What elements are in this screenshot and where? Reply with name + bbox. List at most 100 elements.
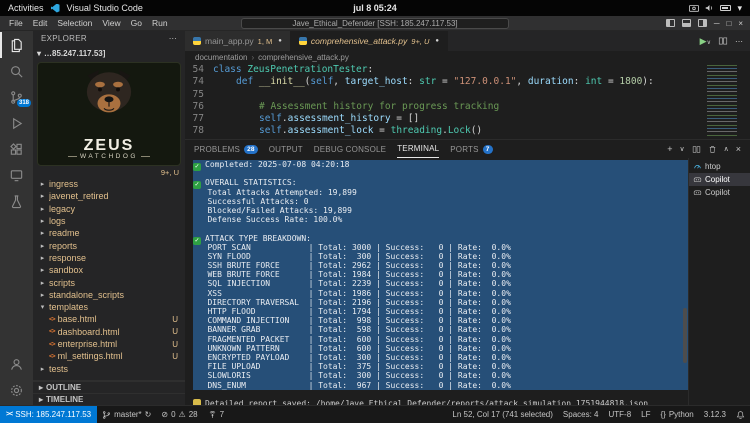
tree-folder-sandbox[interactable]: ▸sandbox [33, 264, 185, 276]
terminal-line[interactable]: XSS | Total: 1986 | Success: 0 | Rate: 0… [193, 289, 688, 298]
menu-edit[interactable]: Edit [28, 18, 53, 28]
remote-explorer-icon[interactable] [0, 162, 33, 188]
tree-folder-logs[interactable]: ▸logs [33, 215, 185, 227]
terminal-line[interactable]: Total Attacks Attempted: 19,899 [193, 188, 688, 197]
terminal-line[interactable] [193, 224, 688, 233]
panel-tab-problems[interactable]: PROBLEMS28 [194, 140, 258, 158]
command-center[interactable]: Jave_Ethical_Defender [SSH: 185.247.117.… [241, 18, 509, 29]
explorer-icon[interactable] [0, 32, 33, 58]
testing-icon[interactable] [0, 188, 33, 214]
tree-folder-ingress[interactable]: ▸ingress [33, 178, 185, 190]
panel-tab-output[interactable]: OUTPUT [269, 140, 303, 158]
minimap[interactable] [704, 63, 750, 139]
terminal-line[interactable]: Blocked/Failed Attacks: 19,899 [193, 206, 688, 215]
tree-file-dashboard.html[interactable]: <>dashboard.htmlU [33, 326, 185, 338]
os-system-tray[interactable]: ▾ [689, 3, 742, 14]
minimize-button[interactable]: ─ [714, 19, 720, 28]
terminal-line[interactable] [193, 169, 688, 178]
toggle-sidebar-icon[interactable] [666, 19, 675, 27]
settings-icon[interactable] [0, 377, 33, 403]
terminal-scrollbar[interactable] [683, 308, 687, 363]
dirty-dot-icon[interactable]: ● [278, 38, 282, 44]
kill-terminal-icon[interactable] [708, 145, 717, 154]
terminal-line[interactable]: ✓Completed: 2025-07-08 04:20:18 [193, 160, 688, 169]
panel-tab-ports[interactable]: PORTS7 [450, 140, 492, 158]
tab-main_app.py[interactable]: main_app.py1, M● [185, 31, 291, 51]
terminal-line[interactable]: SLOWLORIS | Total: 300 | Success: 0 | Ra… [193, 371, 688, 380]
activities-button[interactable]: Activities [8, 3, 44, 13]
panel-tab-debug-console[interactable]: DEBUG CONSOLE [314, 140, 386, 158]
terminal-line[interactable]: Defense Success Rate: 100.0% [193, 215, 688, 224]
breadcrumb-item[interactable]: documentation [195, 53, 247, 62]
tree-folder-reports[interactable]: ▸reports [33, 239, 185, 251]
terminal-line[interactable]: Detailed report saved: /home/Jave_Ethica… [193, 399, 688, 405]
terminal-line[interactable]: COMMAND INJECTION | Total: 998 | Success… [193, 316, 688, 325]
terminal-line[interactable]: DNS_ENUM | Total: 967 | Success: 0 | Rat… [193, 381, 688, 390]
git-branch-status[interactable]: master*↻ [97, 406, 156, 423]
code-editor[interactable]: 54class ZeusPenetrationTester:74def __in… [185, 63, 750, 139]
tree-folder-javenet_retired[interactable]: ▸javenet_retired [33, 190, 185, 202]
workspace-section-header[interactable]: ▾ …85.247.117.53] [33, 46, 185, 60]
problems-status[interactable]: ⊘0⚠28 [156, 406, 202, 423]
terminal-list-item-copilot[interactable]: Copilot [689, 186, 750, 199]
maximize-button[interactable]: □ [726, 19, 731, 28]
split-terminal-icon[interactable] [692, 145, 701, 154]
extensions-icon[interactable] [0, 136, 33, 162]
source-control-icon[interactable]: 318 [0, 84, 33, 110]
menu-file[interactable]: File [4, 18, 28, 28]
close-panel-icon[interactable]: × [736, 144, 741, 154]
tree-file-ml_settings.html[interactable]: <>ml_settings.htmlU [33, 350, 185, 362]
toggle-panel-icon[interactable] [682, 19, 691, 27]
new-terminal-icon[interactable]: + [667, 144, 672, 154]
search-icon[interactable] [0, 58, 33, 84]
terminal-line[interactable] [193, 390, 688, 399]
more-actions-icon[interactable]: ⋯ [735, 37, 743, 46]
remote-indicator[interactable]: ><SSH: 185.247.117.53 [0, 406, 97, 423]
dirty-dot-icon[interactable]: ● [435, 38, 439, 44]
run-python-file-icon[interactable]: ▶∨ [700, 36, 711, 47]
terminal-line[interactable]: WEB BRUTE FORCE | Total: 1984 | Success:… [193, 270, 688, 279]
terminal-list-item-htop[interactable]: htop [689, 160, 750, 173]
split-editor-icon[interactable] [718, 36, 728, 46]
terminal-line[interactable]: FILE UPLOAD | Total: 375 | Success: 0 | … [193, 362, 688, 371]
terminal-dropdown-icon[interactable]: ∨ [679, 145, 684, 153]
menu-run[interactable]: Run [147, 18, 173, 28]
tab-comprehensive_attack.py[interactable]: comprehensive_attack.py9+, U● [291, 31, 448, 51]
terminal-line[interactable]: ✓ATTACK TYPE BREAKDOWN: [193, 234, 688, 243]
section-outline[interactable]: ▸OUTLINE [33, 381, 185, 393]
terminal-line[interactable]: PORT SCAN | Total: 3000 | Success: 0 | R… [193, 243, 688, 252]
tree-folder-readme[interactable]: ▸readme [33, 227, 185, 239]
tree-folder-response[interactable]: ▸response [33, 252, 185, 264]
maximize-panel-icon[interactable]: ∧ [724, 145, 729, 153]
tree-folder-templates[interactable]: ▾templates [33, 301, 185, 313]
terminal-line[interactable]: Successful Attacks: 0 [193, 197, 688, 206]
tree-folder-tests[interactable]: ▸tests [33, 362, 185, 374]
notifications-bell[interactable] [731, 406, 750, 423]
os-clock[interactable]: jul 8 05:24 [353, 3, 397, 13]
menu-selection[interactable]: Selection [52, 18, 97, 28]
cursor-position[interactable]: Ln 52, Col 17 (741 selected) [447, 406, 558, 423]
sidebar-more-icon[interactable]: ⋯ [169, 34, 177, 43]
section-timeline[interactable]: ▸TIMELINE [33, 393, 185, 405]
tree-folder-standalone_scripts[interactable]: ▸standalone_scripts [33, 289, 185, 301]
terminal-line[interactable]: DIRECTORY TRAVERSAL | Total: 2196 | Succ… [193, 298, 688, 307]
eol[interactable]: LF [636, 406, 655, 423]
tree-folder-scripts[interactable]: ▸scripts [33, 276, 185, 288]
tree-file-base.html[interactable]: <>base.htmlU [33, 313, 185, 325]
run-debug-icon[interactable] [0, 110, 33, 136]
breadcrumb-item[interactable]: comprehensive_attack.py [258, 53, 349, 62]
terminal-line[interactable]: FRAGMENTED PACKET | Total: 600 | Success… [193, 335, 688, 344]
encoding[interactable]: UTF-8 [603, 406, 636, 423]
tree-file-enterprise.html[interactable]: <>enterprise.htmlU [33, 338, 185, 350]
python-version[interactable]: 3.12.3 [699, 406, 731, 423]
account-icon[interactable] [0, 351, 33, 377]
terminal-line[interactable]: UNKNOWN PATTERN | Total: 600 | Success: … [193, 344, 688, 353]
close-button[interactable]: × [738, 19, 743, 28]
forwarded-ports-status[interactable]: 7 [203, 406, 229, 423]
terminal-line[interactable]: ENCRYPTED PAYLOAD | Total: 300 | Success… [193, 353, 688, 362]
menu-view[interactable]: View [97, 18, 125, 28]
panel-tab-terminal[interactable]: TERMINAL [397, 140, 439, 158]
menu-go[interactable]: Go [126, 18, 147, 28]
terminal-line[interactable]: SSH BRUTE FORCE | Total: 2962 | Success:… [193, 261, 688, 270]
terminal-line[interactable]: SQL INJECTION | Total: 2239 | Success: 0… [193, 279, 688, 288]
